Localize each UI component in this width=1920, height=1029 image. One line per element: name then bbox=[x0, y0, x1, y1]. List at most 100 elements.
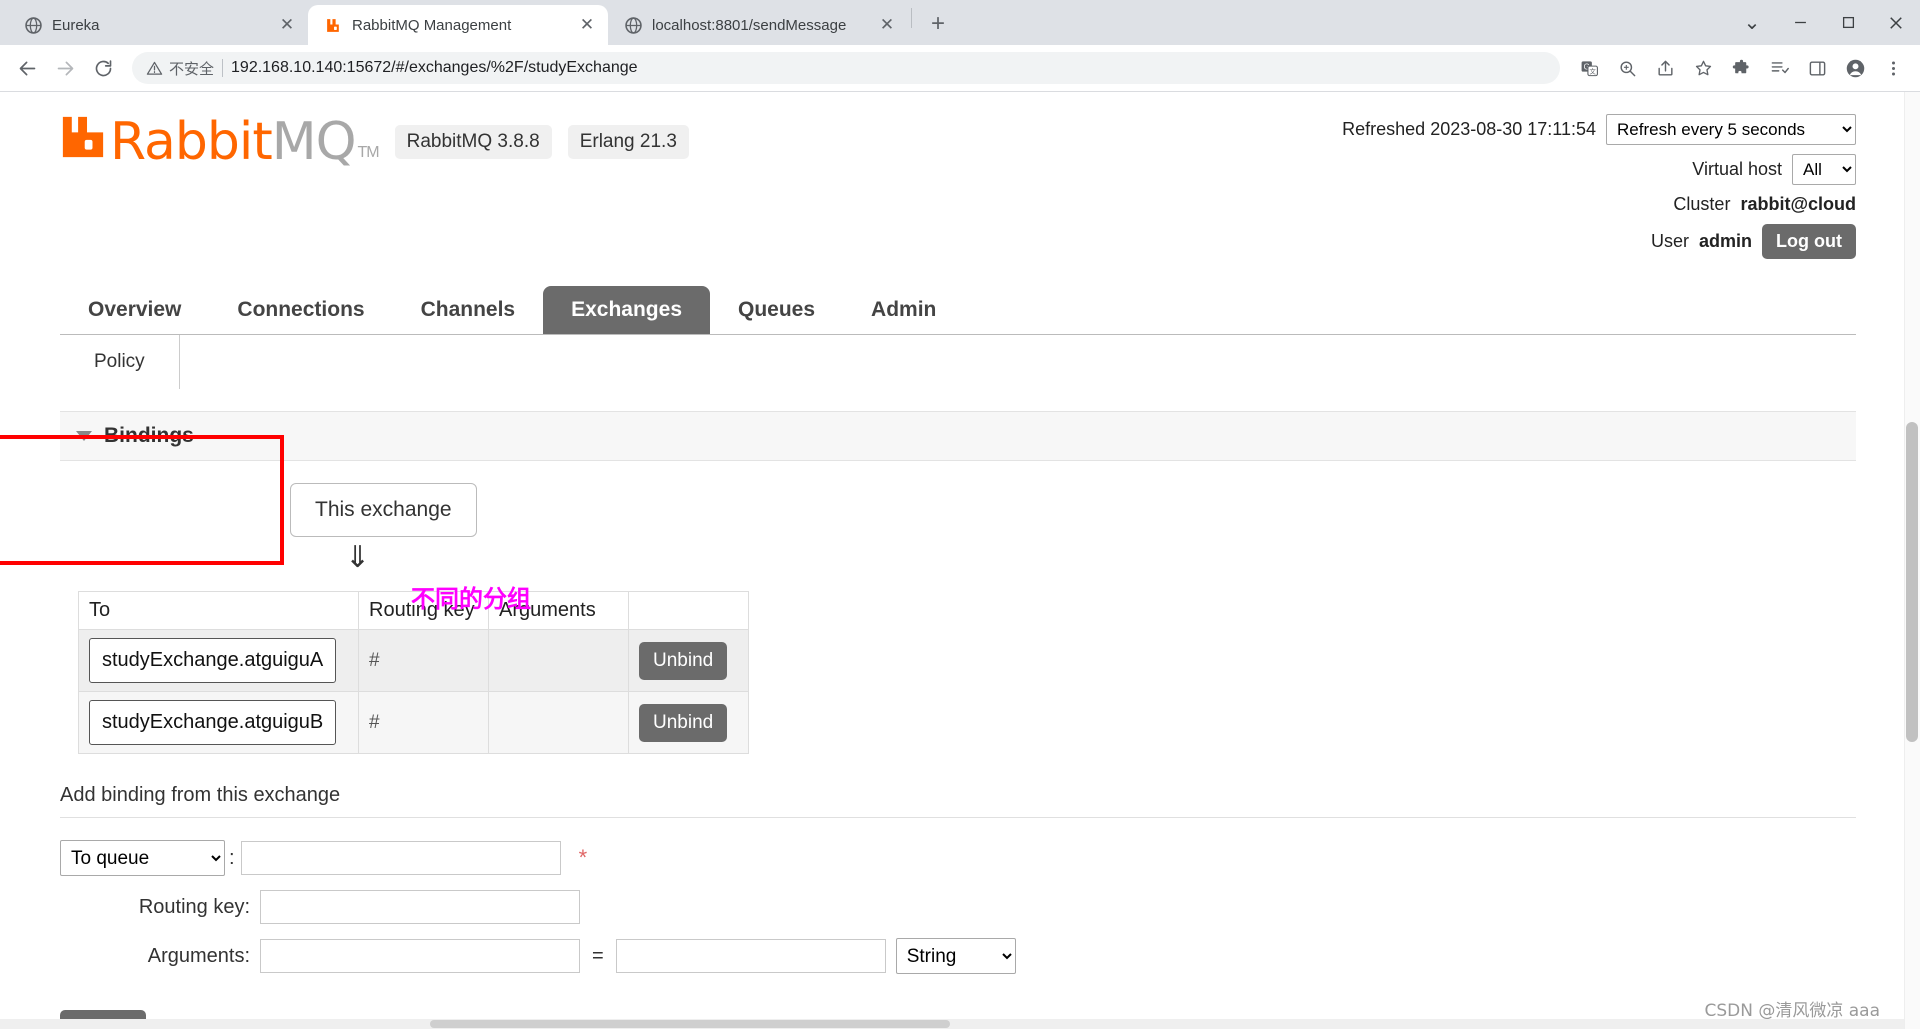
tab-title: localhost:8801/sendMessage bbox=[652, 16, 847, 34]
logout-button[interactable]: Log out bbox=[1762, 224, 1856, 259]
warning-triangle-icon bbox=[146, 61, 163, 75]
tab-strip: Eureka ✕ RabbitMQ Management ✕ localhost… bbox=[0, 0, 1920, 45]
main-nav: Overview Connections Channels Exchanges … bbox=[60, 286, 1856, 334]
user-label: User bbox=[1650, 231, 1689, 251]
routing-key-input[interactable] bbox=[260, 890, 580, 924]
cluster-label: Cluster bbox=[1673, 194, 1731, 214]
nav-item-queues[interactable]: Queues bbox=[710, 286, 843, 334]
tab-title: RabbitMQ Management bbox=[352, 16, 512, 34]
rabbitmq-content: Rabbit MQ TM RabbitMQ 3.8.8 Erlang 21.3 Re… bbox=[0, 92, 1904, 1029]
queue-link-a[interactable]: studyExchange.atguiguA bbox=[89, 638, 337, 683]
bindings-section-header[interactable]: Bindings bbox=[60, 411, 1856, 461]
nav-item-admin[interactable]: Admin bbox=[843, 286, 964, 334]
nav-item-connections[interactable]: Connections bbox=[209, 286, 392, 334]
page-scrollbar-thumb[interactable] bbox=[1906, 422, 1918, 742]
rabbitmq-icon bbox=[324, 16, 342, 34]
bindings-table: To Routing key Arguments studyExchange.a… bbox=[78, 591, 749, 754]
table-row: studyExchange.atguiguA # Unbind bbox=[78, 629, 749, 692]
cell-to: studyExchange.atguiguA bbox=[78, 629, 359, 692]
chevron-down-icon[interactable] bbox=[76, 431, 92, 441]
forward-icon[interactable] bbox=[48, 51, 82, 85]
vhost-row: Virtual host All bbox=[1342, 154, 1856, 185]
form-row-arguments: Arguments: = String bbox=[60, 938, 1856, 974]
erlang-badge: Erlang 21.3 bbox=[567, 124, 689, 159]
form-row-target: To queue : * bbox=[60, 840, 1856, 876]
cell-arguments bbox=[488, 629, 629, 692]
subnav-item-policy[interactable]: Policy bbox=[60, 335, 179, 389]
tab-title: Eureka bbox=[52, 16, 100, 34]
zoom-icon[interactable] bbox=[1610, 51, 1644, 85]
browser-window: Eureka ✕ RabbitMQ Management ✕ localhost… bbox=[0, 0, 1920, 1029]
chinese-annotation: 不同的分组 bbox=[411, 585, 531, 613]
this-exchange-box: This exchange bbox=[290, 483, 477, 537]
refresh-interval-select[interactable]: Refresh every 5 seconds bbox=[1606, 114, 1856, 145]
omnibox-divider bbox=[222, 59, 224, 77]
share-icon[interactable] bbox=[1648, 51, 1682, 85]
address-bar[interactable]: 不安全 192.168.10.140:15672/#/exchanges/%2F… bbox=[132, 52, 1560, 84]
page-scrollbar[interactable] bbox=[1904, 92, 1920, 1029]
arguments-label: Arguments: bbox=[147, 944, 250, 967]
unbind-button[interactable]: Unbind bbox=[639, 641, 728, 680]
cell-action: Unbind bbox=[628, 629, 749, 692]
extensions-icon[interactable] bbox=[1724, 51, 1758, 85]
down-arrow-icon: ⇓ bbox=[345, 541, 371, 574]
argument-type-select[interactable]: String bbox=[895, 938, 1016, 974]
not-secure-warning[interactable]: 不安全 bbox=[146, 58, 214, 79]
close-icon[interactable]: ✕ bbox=[876, 14, 898, 36]
cluster-row: Cluster rabbit@cloud bbox=[1342, 194, 1856, 215]
table-row: studyExchange.atguiguB # Unbind bbox=[78, 691, 749, 754]
browser-tab-localhost[interactable]: localhost:8801/sendMessage ✕ bbox=[608, 5, 908, 45]
tab-separator bbox=[911, 8, 912, 28]
user-row: User admin Log out bbox=[1342, 224, 1856, 259]
vhost-select[interactable]: All bbox=[1792, 154, 1856, 185]
svg-text:文: 文 bbox=[1589, 66, 1596, 75]
back-icon[interactable] bbox=[10, 51, 44, 85]
rabbitmq-logo-icon bbox=[60, 114, 106, 169]
maximize-button[interactable] bbox=[1824, 0, 1872, 45]
unbind-button[interactable]: Unbind bbox=[639, 703, 728, 742]
horizontal-scrollbar[interactable] bbox=[0, 1019, 1904, 1029]
arguments-key-input[interactable] bbox=[260, 939, 580, 973]
tab-search-chevron-down-icon[interactable]: ⌄ bbox=[1728, 0, 1776, 45]
cell-routing-key: # bbox=[358, 691, 489, 754]
rabbitmq-management-page: Rabbit MQ TM RabbitMQ 3.8.8 Erlang 21.3 Re… bbox=[0, 92, 1904, 1029]
profile-icon[interactable] bbox=[1838, 51, 1872, 85]
page-viewport: Rabbit MQ TM RabbitMQ 3.8.8 Erlang 21.3 Re… bbox=[0, 92, 1920, 1029]
logo-rabbit-text: Rabbit bbox=[110, 111, 273, 172]
rabbitmq-header: Rabbit MQ TM RabbitMQ 3.8.8 Erlang 21.3 Re… bbox=[60, 92, 1856, 268]
nav-item-channels[interactable]: Channels bbox=[393, 286, 544, 334]
rabbitmq-logo[interactable]: Rabbit MQ TM bbox=[60, 111, 380, 172]
close-icon[interactable]: ✕ bbox=[576, 14, 598, 36]
close-icon[interactable]: ✕ bbox=[276, 14, 298, 36]
security-label: 不安全 bbox=[169, 60, 215, 78]
user-value: admin bbox=[1699, 231, 1753, 251]
watermark-text: CSDN @清风微凉 aaa bbox=[1704, 1001, 1880, 1021]
new-tab-button[interactable]: + bbox=[921, 7, 955, 41]
nav-item-overview[interactable]: Overview bbox=[60, 286, 209, 334]
binding-target-input[interactable] bbox=[240, 841, 561, 875]
binding-target-select[interactable]: To queue bbox=[60, 840, 225, 876]
browser-tab-eureka[interactable]: Eureka ✕ bbox=[8, 5, 308, 45]
nav-item-exchanges[interactable]: Exchanges bbox=[543, 286, 710, 334]
header-status-panel: Refreshed 2023-08-30 17:11:54 Refresh ev… bbox=[1342, 114, 1856, 268]
logo-tm-text: TM bbox=[357, 144, 380, 161]
reload-icon[interactable] bbox=[86, 51, 120, 85]
bindings-title: Bindings bbox=[104, 424, 194, 447]
window-controls: ⌄ bbox=[1728, 0, 1920, 45]
bookmark-star-icon[interactable] bbox=[1686, 51, 1720, 85]
version-badge: RabbitMQ 3.8.8 bbox=[394, 124, 552, 159]
target-colon: : bbox=[229, 846, 235, 869]
sidepanel-icon[interactable] bbox=[1800, 51, 1834, 85]
queue-link-b[interactable]: studyExchange.atguiguB bbox=[89, 700, 337, 745]
arguments-value-input[interactable] bbox=[615, 939, 886, 973]
horizontal-scrollbar-thumb[interactable] bbox=[430, 1020, 950, 1028]
browser-tab-rabbitmq[interactable]: RabbitMQ Management ✕ bbox=[308, 5, 608, 45]
reading-list-icon[interactable] bbox=[1762, 51, 1796, 85]
sub-nav: Policy bbox=[60, 335, 180, 389]
close-window-button[interactable] bbox=[1872, 0, 1920, 45]
more-menu-icon[interactable] bbox=[1876, 51, 1910, 85]
th-actions bbox=[628, 591, 749, 630]
translate-icon[interactable]: G文 bbox=[1572, 51, 1606, 85]
refreshed-timestamp: Refreshed 2023-08-30 17:11:54 bbox=[1342, 119, 1596, 139]
minimize-button[interactable] bbox=[1776, 0, 1824, 45]
